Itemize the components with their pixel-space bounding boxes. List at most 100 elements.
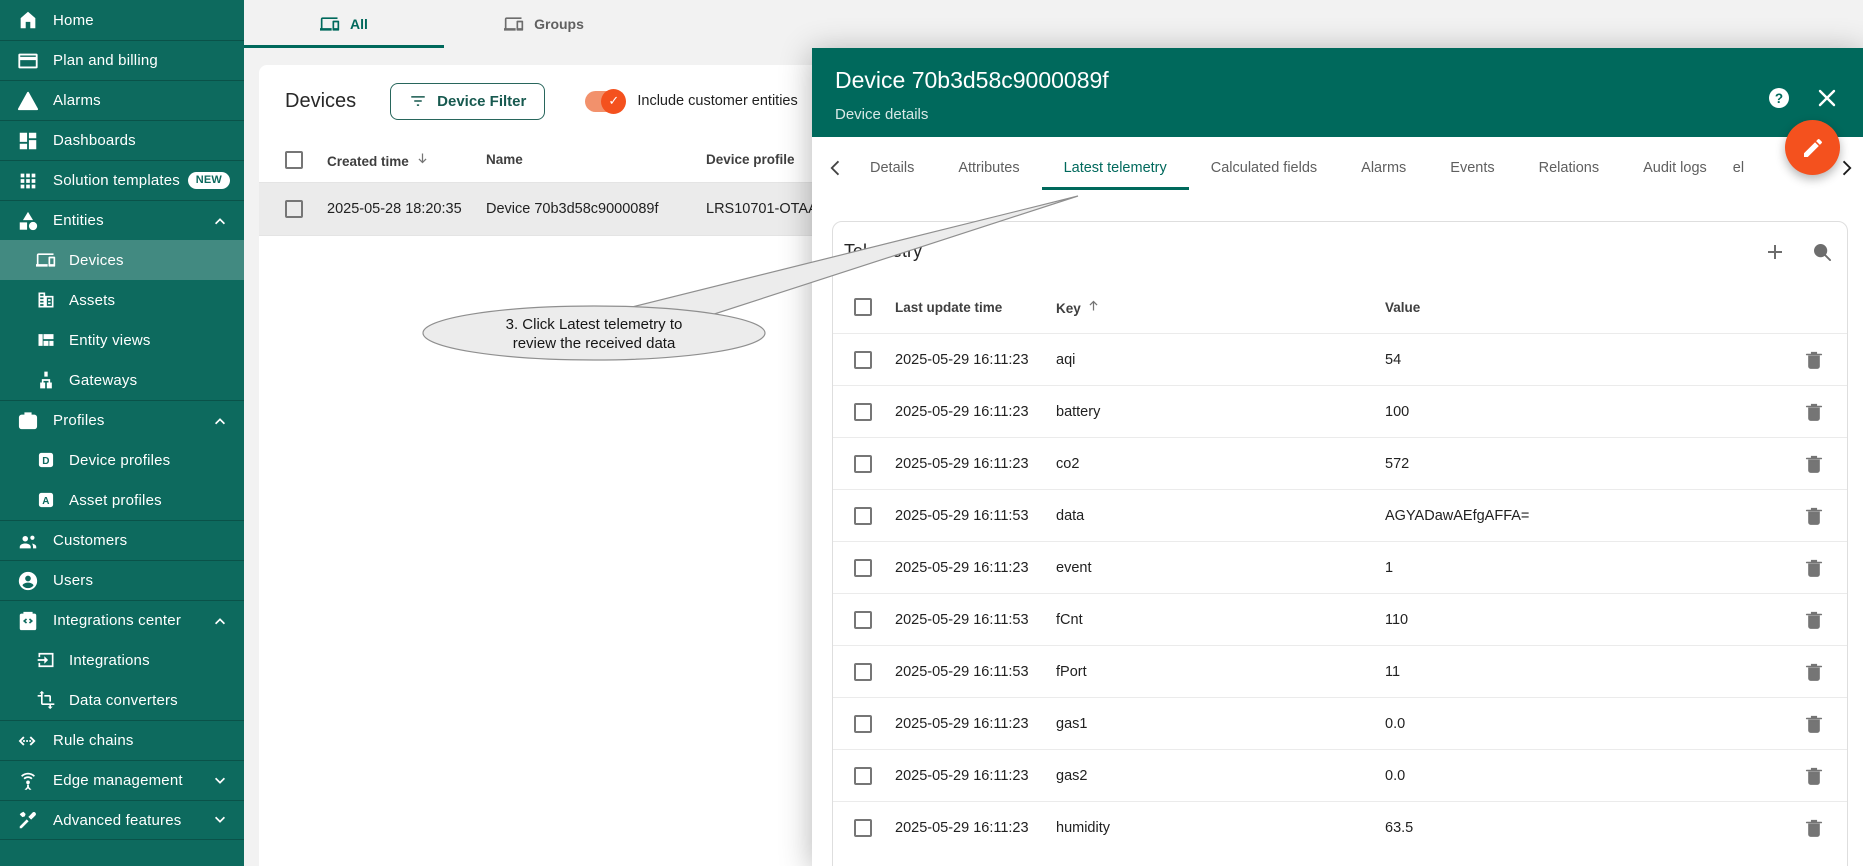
telemetry-row-checkbox[interactable]: [854, 351, 872, 369]
sidebar-item-plan-and-billing[interactable]: Plan and billing: [0, 40, 244, 80]
sidebar-item-icon: [36, 650, 56, 670]
telemetry-row[interactable]: 2025-05-29 16:11:23 co2 572: [833, 437, 1847, 489]
delete-telemetry-icon[interactable]: [1803, 401, 1825, 423]
panel-tab-details[interactable]: Details: [848, 137, 936, 198]
sidebar-item-home[interactable]: Home: [0, 0, 244, 40]
delete-telemetry-icon[interactable]: [1803, 557, 1825, 579]
panel-tab-calculated-fields[interactable]: Calculated fields: [1189, 137, 1339, 198]
sidebar-item-dashboards[interactable]: Dashboards: [0, 120, 244, 160]
sidebar-item-profiles[interactable]: Profiles: [0, 400, 244, 440]
telemetry-row[interactable]: 2025-05-29 16:11:23 gas1 0.0: [833, 697, 1847, 749]
sidebar-item-device-profiles[interactable]: D Device profiles: [0, 440, 244, 480]
new-badge: NEW: [188, 172, 230, 189]
telemetry-row[interactable]: 2025-05-29 16:11:23 aqi 54: [833, 333, 1847, 385]
sidebar-item-integrations[interactable]: Integrations: [0, 640, 244, 680]
sidebar-item-solution-templates[interactable]: Solution templates NEW: [0, 160, 244, 200]
sidebar-item-assets[interactable]: Assets: [0, 280, 244, 320]
panel-tab-latest-telemetry[interactable]: Latest telemetry: [1042, 137, 1189, 198]
telemetry-row-checkbox[interactable]: [854, 559, 872, 577]
panel-tab-relations[interactable]: Relations: [1517, 137, 1621, 198]
telemetry-row-checkbox[interactable]: [854, 715, 872, 733]
sidebar-item-data-converters[interactable]: Data converters: [0, 680, 244, 720]
sidebar-item-edge-management[interactable]: Edge management: [0, 760, 244, 800]
panel-tab-audit-logs[interactable]: Audit logs: [1621, 137, 1729, 198]
telemetry-row-checkbox[interactable]: [854, 767, 872, 785]
sidebar-item-gateways[interactable]: Gateways: [0, 360, 244, 400]
telemetry-row-checkbox[interactable]: [854, 819, 872, 837]
panel-tab-attributes[interactable]: Attributes: [936, 137, 1041, 198]
sidebar-item-alarms[interactable]: Alarms: [0, 80, 244, 120]
sidebar-item-icon: [36, 330, 56, 350]
devices-tab-icon: [504, 14, 524, 34]
sidebar-item-devices[interactable]: Devices: [0, 240, 244, 280]
sidebar-item-customers[interactable]: Customers: [0, 520, 244, 560]
telemetry-row-checkbox[interactable]: [854, 663, 872, 681]
telemetry-select-all-checkbox[interactable]: [854, 298, 872, 316]
row-checkbox[interactable]: [285, 200, 303, 218]
panel-tab-label: Relations: [1539, 160, 1599, 176]
col-key: Key: [1056, 298, 1385, 316]
telemetry-row[interactable]: 2025-05-29 16:11:23 gas2 0.0: [833, 749, 1847, 801]
cell-value: 54: [1385, 352, 1781, 368]
delete-telemetry-icon[interactable]: [1803, 817, 1825, 839]
sidebar-item-rule-chains[interactable]: Rule chains: [0, 720, 244, 760]
panel-tab-el[interactable]: el: [1729, 137, 1748, 198]
delete-telemetry-icon[interactable]: [1803, 453, 1825, 475]
sidebar-item-entity-views[interactable]: Entity views: [0, 320, 244, 360]
panel-tab-events[interactable]: Events: [1428, 137, 1516, 198]
delete-telemetry-icon[interactable]: [1803, 765, 1825, 787]
cell-last-update-time: 2025-05-29 16:11:23: [895, 768, 1056, 784]
include-customer-entities-toggle[interactable]: ✓ Include customer entities: [585, 91, 797, 112]
panel-tab-alarms[interactable]: Alarms: [1339, 137, 1428, 198]
main-tab-all[interactable]: All: [244, 0, 444, 48]
telemetry-row[interactable]: 2025-05-29 16:11:23 event 1: [833, 541, 1847, 593]
telemetry-row-checkbox[interactable]: [854, 403, 872, 421]
col-value: Value: [1385, 300, 1781, 315]
sidebar-item-integrations-center[interactable]: Integrations center: [0, 600, 244, 640]
search-icon[interactable]: [1811, 241, 1833, 263]
telemetry-row[interactable]: 2025-05-29 16:11:23 humidity 63.5: [833, 801, 1847, 853]
sidebar-item-label: Dashboards: [53, 132, 136, 149]
device-filter-button[interactable]: Device Filter: [390, 83, 545, 120]
telemetry-row[interactable]: 2025-05-29 16:11:53 fCnt 110: [833, 593, 1847, 645]
edit-fab[interactable]: [1785, 120, 1840, 175]
cell-last-update-time: 2025-05-29 16:11:23: [895, 560, 1056, 576]
cell-last-update-time: 2025-05-29 16:11:53: [895, 508, 1056, 524]
telemetry-row-checkbox[interactable]: [854, 455, 872, 473]
toggle-switch[interactable]: ✓: [585, 91, 625, 112]
tab-scroll-left-icon[interactable]: [824, 137, 848, 198]
sidebar-item-icon: [17, 530, 39, 552]
close-icon[interactable]: [1815, 86, 1839, 110]
help-icon[interactable]: ?: [1767, 86, 1791, 110]
cell-value: 1: [1385, 560, 1781, 576]
delete-telemetry-icon[interactable]: [1803, 349, 1825, 371]
sort-asc-icon[interactable]: [1086, 298, 1101, 313]
telemetry-row[interactable]: 2025-05-29 16:11:53 fPort 11: [833, 645, 1847, 697]
telemetry-row-checkbox[interactable]: [854, 507, 872, 525]
select-all-checkbox[interactable]: [285, 151, 303, 169]
delete-telemetry-icon[interactable]: [1803, 609, 1825, 631]
sort-desc-icon[interactable]: [415, 151, 430, 166]
telemetry-row-checkbox[interactable]: [854, 611, 872, 629]
sidebar-item-label: Rule chains: [53, 732, 134, 749]
chevron-icon: [210, 211, 230, 231]
main-tab-groups[interactable]: Groups: [444, 0, 644, 48]
telemetry-toolbar: Telemetry: [833, 222, 1847, 281]
sidebar-item-advanced-features[interactable]: Advanced features: [0, 800, 244, 840]
sidebar-item-entities[interactable]: Entities: [0, 200, 244, 240]
sidebar-item-users[interactable]: Users: [0, 560, 244, 600]
sidebar-item-label: Customers: [53, 532, 127, 549]
cell-last-update-time: 2025-05-29 16:11:23: [895, 820, 1056, 836]
cell-value: 11: [1385, 664, 1781, 680]
telemetry-row[interactable]: 2025-05-29 16:11:23 battery 100: [833, 385, 1847, 437]
filter-icon: [409, 92, 427, 110]
add-telemetry-icon[interactable]: [1763, 240, 1787, 264]
telemetry-row[interactable]: 2025-05-29 16:11:53 data AGYADawAEfgAFFA…: [833, 489, 1847, 541]
sidebar-item-asset-profiles[interactable]: A Asset profiles: [0, 480, 244, 520]
cell-last-update-time: 2025-05-29 16:11:23: [895, 352, 1056, 368]
panel-tab-label: Latest telemetry: [1064, 160, 1167, 176]
delete-telemetry-icon[interactable]: [1803, 661, 1825, 683]
cell-key: gas2: [1056, 768, 1385, 784]
delete-telemetry-icon[interactable]: [1803, 505, 1825, 527]
delete-telemetry-icon[interactable]: [1803, 713, 1825, 735]
